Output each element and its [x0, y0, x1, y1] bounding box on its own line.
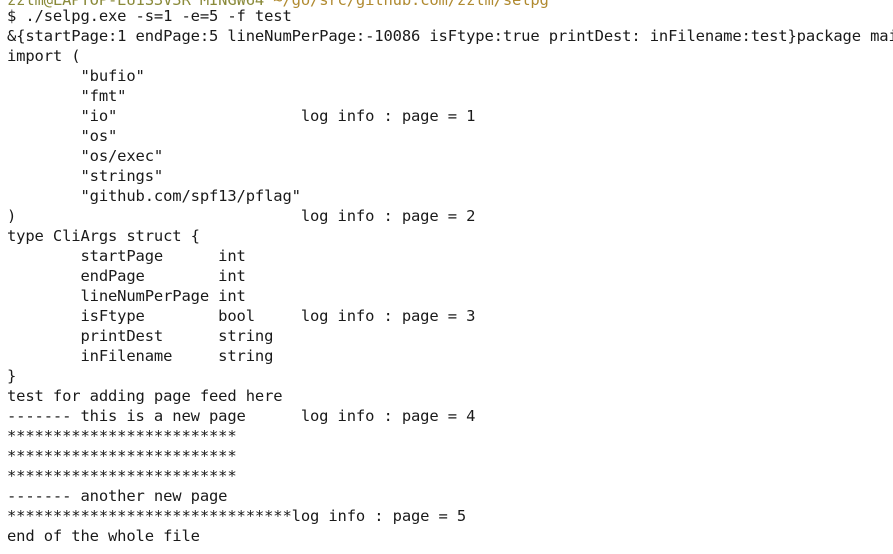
output-line: type CliArgs struct {	[7, 227, 200, 245]
prompt-path: ~/go/src/github.com/zzlm/selpg	[273, 0, 549, 9]
output-line: "io" log info : page = 1	[7, 107, 476, 125]
terminal-window[interactable]: zzlm@LAPTOP-EU1S3V3R MINGW64 ~/go/src/gi…	[0, 0, 893, 554]
output-line: isFtype bool log info : page = 3	[7, 307, 476, 325]
output-line: test for adding page feed here	[7, 387, 283, 405]
output-line: ------- this is a new page log info : pa…	[7, 407, 476, 425]
output-line: "os"	[7, 127, 118, 145]
output-line: *************************	[7, 467, 237, 485]
output-line: "fmt"	[7, 87, 127, 105]
output-line: endPage int	[7, 267, 246, 285]
output-line: ) log info : page = 2	[7, 207, 476, 225]
output-line: lineNumPerPage int	[7, 287, 246, 305]
output-line: *************************	[7, 427, 237, 445]
output-line: end of the whole file	[7, 527, 200, 545]
output-line: printDest string	[7, 327, 274, 345]
output-line: "bufio"	[7, 67, 145, 85]
output-line: }	[7, 367, 17, 385]
output-line: "os/exec"	[7, 147, 164, 165]
output-line: "strings"	[7, 167, 164, 185]
output-line: import (	[7, 47, 81, 65]
output-line: *******************************log info …	[7, 507, 467, 525]
output-line: *************************	[7, 447, 237, 465]
output-line: ------- another new page	[7, 487, 228, 505]
command-line: $ ./selpg.exe -s=1 -e=5 -f test	[7, 7, 292, 25]
output-line: "github.com/spf13/pflag"	[7, 187, 301, 205]
output-line: startPage int	[7, 247, 246, 265]
args-output-line: &{startPage:1 endPage:5 lineNumPerPage:-…	[7, 27, 893, 45]
output-line: inFilename string	[7, 347, 274, 365]
